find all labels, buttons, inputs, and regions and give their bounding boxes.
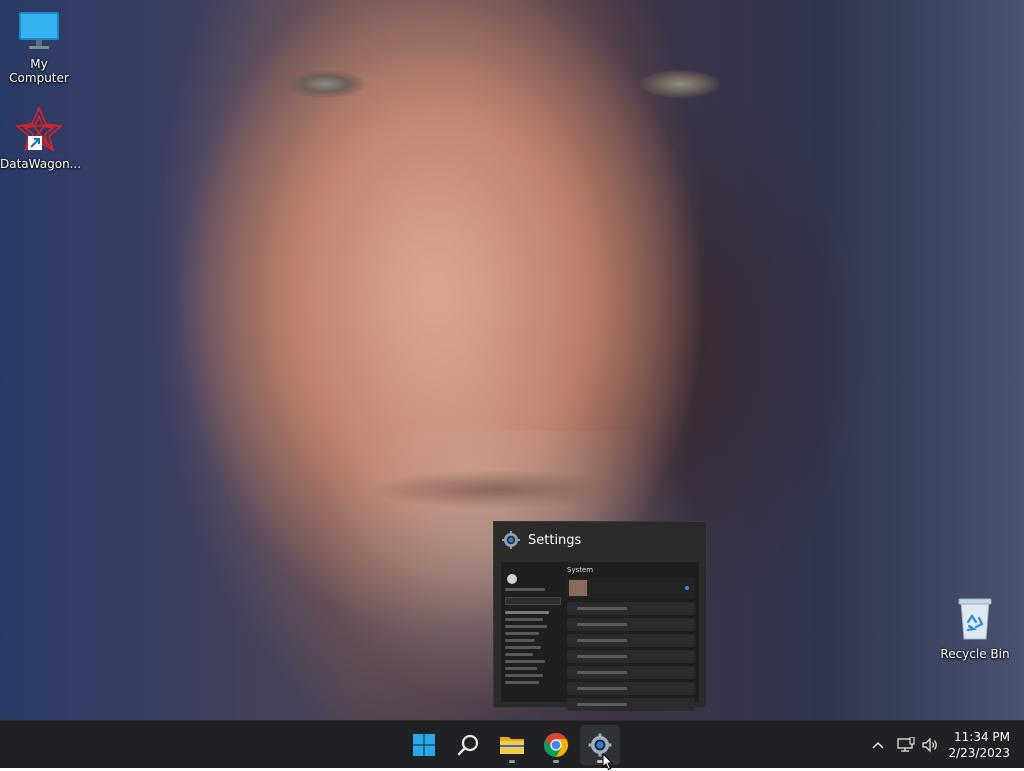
preview-title: Settings bbox=[528, 532, 582, 548]
desktop-icon-recycle-bin[interactable]: Recycle Bin bbox=[936, 596, 1014, 661]
running-indicator bbox=[553, 760, 559, 763]
thumbnail-main: System bbox=[567, 566, 695, 711]
thumbnail-heading: System bbox=[567, 566, 594, 574]
recycle-bin-icon bbox=[958, 598, 992, 640]
start-button[interactable] bbox=[404, 725, 444, 765]
monitor-icon bbox=[19, 12, 59, 49]
running-indicator bbox=[509, 760, 515, 763]
speaker-icon bbox=[922, 737, 937, 753]
datawagon-icon bbox=[15, 106, 63, 152]
wallpaper-detail bbox=[285, 70, 365, 98]
chrome-button[interactable] bbox=[536, 725, 576, 765]
clock[interactable]: 11:34 PM 2/23/2023 bbox=[948, 729, 1010, 761]
search-icon bbox=[457, 734, 479, 756]
taskbar: 11:34 PM 2/23/2023 bbox=[0, 720, 1024, 771]
file-explorer-button[interactable] bbox=[492, 725, 532, 765]
desktop-icon-label: Recycle Bin bbox=[940, 647, 1010, 661]
clock-time: 11:34 PM bbox=[954, 730, 1010, 744]
chevron-up-icon bbox=[872, 741, 884, 749]
desktop-icon-my-computer[interactable]: My Computer bbox=[0, 8, 78, 85]
wallpaper-detail bbox=[370, 470, 630, 510]
folder-icon bbox=[500, 737, 524, 754]
network-icon bbox=[897, 737, 915, 752]
settings-window-thumbnail: System bbox=[501, 562, 699, 711]
volume-button[interactable] bbox=[918, 721, 942, 769]
settings-window-preview[interactable]: Settings System bbox=[493, 521, 707, 711]
mouse-cursor-icon bbox=[602, 753, 614, 771]
gear-icon bbox=[502, 531, 520, 549]
clock-date: 2/23/2023 bbox=[948, 746, 1010, 760]
network-button[interactable] bbox=[894, 721, 918, 769]
desktop-icon-label: DataWagon... bbox=[0, 157, 82, 171]
desktop-icon-label: My Computer bbox=[9, 57, 69, 85]
settings-button[interactable] bbox=[580, 725, 620, 765]
chrome-icon bbox=[543, 733, 569, 757]
thumbnail-sidebar bbox=[505, 568, 561, 698]
windows-start-icon bbox=[413, 734, 435, 756]
preview-header: Settings bbox=[494, 522, 706, 558]
search-button[interactable] bbox=[448, 725, 488, 765]
wallpaper-detail bbox=[640, 70, 720, 98]
show-hidden-icons-button[interactable] bbox=[866, 721, 890, 769]
desktop-icon-datawagon[interactable]: DataWagon... bbox=[0, 106, 82, 171]
